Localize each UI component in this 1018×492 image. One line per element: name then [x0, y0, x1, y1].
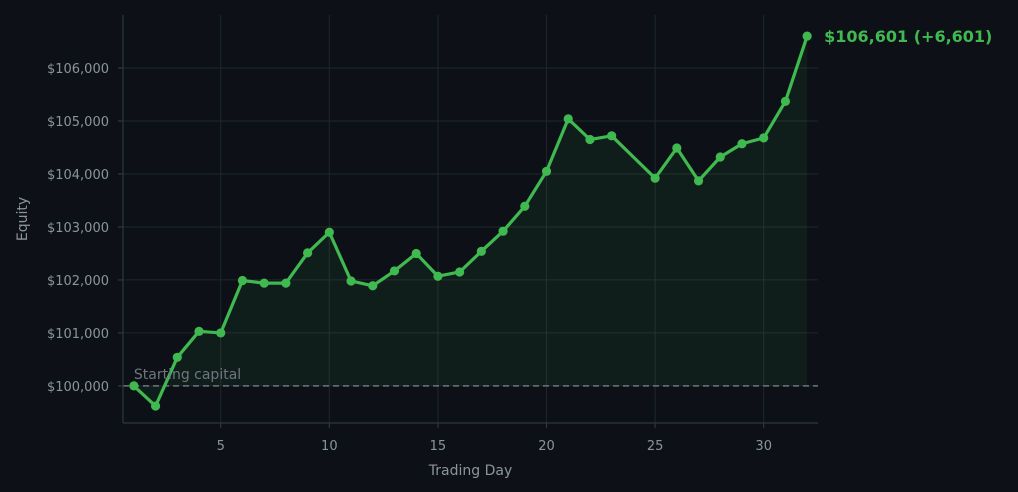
data-point: [389, 266, 400, 276]
y-tick-label: $100,000: [47, 380, 109, 395]
x-tick-label: 5: [217, 439, 225, 454]
final-equity-label: $106,601 (+6,601): [824, 27, 992, 46]
data-point: [216, 328, 226, 338]
data-point: [650, 173, 660, 183]
data-point: [172, 352, 182, 362]
data-point: [672, 143, 682, 153]
x-tick-label: 30: [755, 439, 772, 454]
x-tick-label: 15: [430, 439, 447, 454]
y-tick-label: $103,000: [47, 221, 109, 236]
data-point: [541, 166, 552, 176]
data-point: [607, 131, 617, 141]
x-tick-label: 25: [647, 439, 664, 454]
y-axis-title: Equity: [15, 197, 31, 241]
y-tick-label: $104,000: [47, 168, 109, 183]
data-point: [802, 31, 812, 41]
x-tick-label: 10: [321, 439, 338, 454]
data-point: [194, 326, 204, 336]
data-point: [476, 246, 486, 256]
data-point: [780, 96, 791, 106]
data-point: [303, 248, 313, 258]
data-point: [759, 133, 769, 143]
data-point: [411, 248, 421, 259]
area-layer: [133, 36, 808, 407]
data-point: [563, 114, 573, 124]
starting-capital-label: Starting capital: [134, 367, 241, 383]
data-point: [520, 201, 530, 211]
data-point: [281, 278, 291, 288]
x-axis-title: Trading Day: [428, 463, 512, 479]
data-point: [259, 278, 269, 288]
data-point: [433, 271, 443, 281]
x-tick-label: 20: [538, 439, 555, 454]
y-tick-label: $101,000: [47, 327, 109, 342]
data-point: [324, 227, 334, 237]
data-point: [237, 275, 248, 286]
y-tick-label: $102,000: [47, 274, 109, 289]
y-tick-label: $105,000: [47, 115, 109, 130]
equity-chart: 5 10 15 20 25 30 $100,000 $101,000 $102,000 $103,…: [0, 0, 1018, 492]
y-tick-label: $106,000: [47, 62, 109, 77]
equity-area-fill: [133, 36, 808, 407]
data-point: [585, 134, 595, 145]
data-point: [693, 176, 704, 186]
data-point: [737, 139, 747, 149]
data-point: [455, 267, 465, 277]
data-point: [368, 281, 378, 291]
data-point: [346, 276, 356, 286]
data-point: [715, 152, 725, 162]
equity-chart-svg: 5 10 15 20 25 30 $100,000 $101,000 $102,000 $103,…: [15, 15, 992, 479]
data-point: [150, 401, 161, 411]
data-point: [498, 226, 508, 236]
